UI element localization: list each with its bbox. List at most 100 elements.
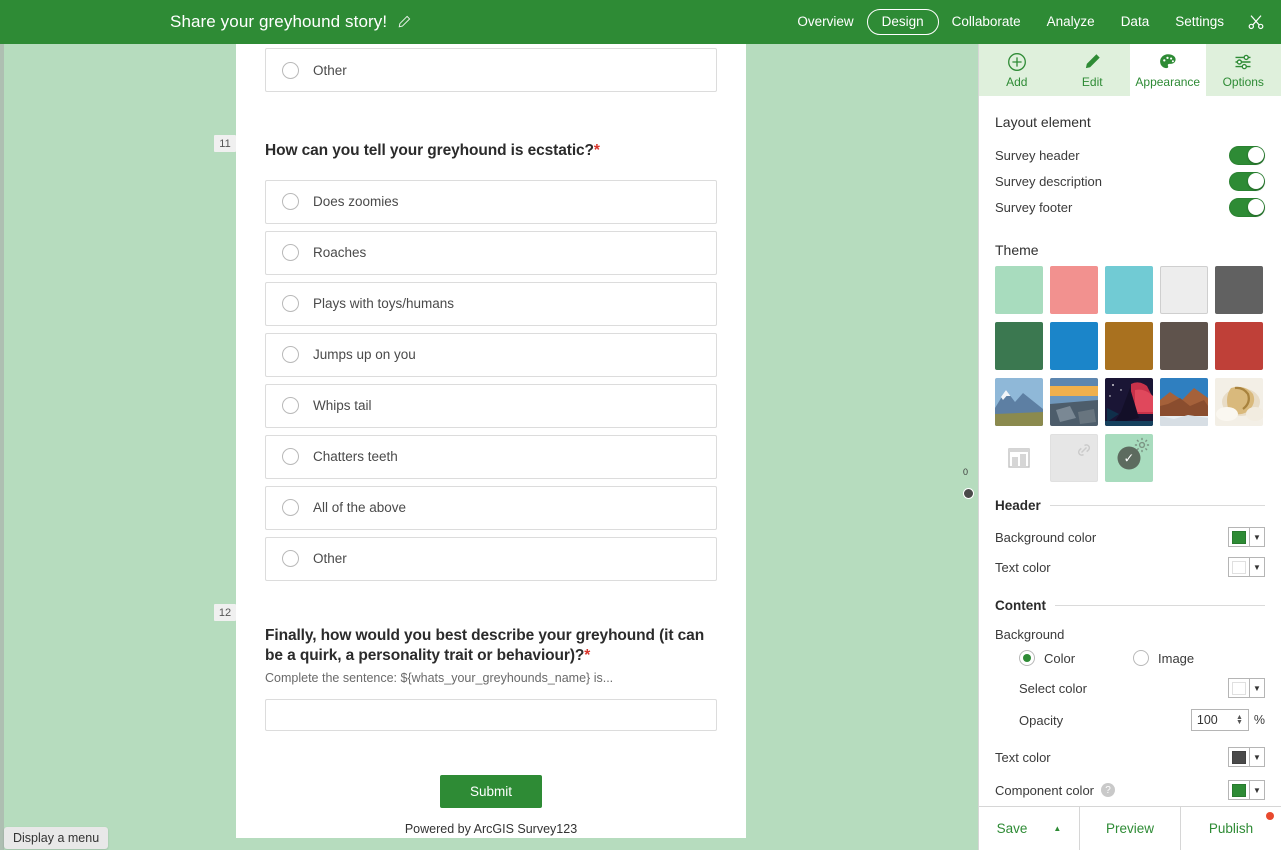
submit-button[interactable]: Submit [439,775,543,809]
theme-swatch-dark-gray[interactable] [1215,266,1263,314]
survey-title-group: Share your greyhound story! [170,0,411,44]
chevron-down-icon[interactable]: ▼ [1250,678,1265,698]
survey-header-toggle[interactable] [1229,145,1265,165]
color-chip-box [1228,678,1250,698]
preview-button[interactable]: Preview [1079,807,1180,850]
publish-button[interactable]: Publish [1180,807,1281,850]
stepper-arrows-icon[interactable]: ▲ ▼ [1236,714,1243,726]
display-menu-tooltip: Display a menu [4,827,109,849]
survey-description-toggle[interactable] [1229,171,1265,191]
header-section-heading: Header [995,498,1265,513]
survey-header-label: Survey header [995,147,1080,163]
theme-swatch-custom-link[interactable] [1050,434,1098,482]
theme-swatch-brick-red[interactable] [1215,322,1263,370]
scissors-icon[interactable] [1239,5,1273,39]
radio-icon [1133,650,1149,666]
header-text-color-picker[interactable]: ▼ [1228,557,1265,577]
choice-option[interactable]: Does zoomies [265,179,717,224]
theme-swatch-aurora-photo[interactable] [1105,378,1153,426]
pencil-icon [1082,52,1102,72]
color-chip-fill [1232,560,1246,574]
row-header-text-color: Text color ▼ [995,552,1265,582]
edit-title-pencil-icon[interactable] [397,15,411,29]
free-text-input[interactable] [265,699,717,732]
header-background-color-picker[interactable]: ▼ [1228,527,1265,547]
radio-icon [282,499,299,517]
choice-option[interactable]: Other [265,48,717,92]
theme-swatch-current-selected[interactable]: ✓ [1105,434,1153,482]
content-text-color-picker[interactable]: ▼ [1228,747,1265,767]
preview-scrollbar[interactable] [0,44,4,850]
nav-item-design[interactable]: Design [866,9,939,35]
nav-item-analyze[interactable]: Analyze [1034,10,1108,34]
radio-option-image[interactable]: Image [1133,650,1247,666]
row-content-text-color: Text color ▼ [995,740,1265,774]
theme-swatch-shoreline-photo[interactable] [1050,378,1098,426]
choice-label: Plays with toys/humans [313,296,455,312]
opacity-value: 100 [1196,713,1218,727]
slider-handle[interactable] [963,488,974,499]
tab-appearance[interactable]: Appearance [1130,44,1206,96]
survey-description-label: Survey description [995,173,1102,189]
theme-swatch-blue[interactable] [1050,322,1098,370]
theme-swatch-white[interactable] [1160,266,1208,314]
chevron-down-icon[interactable]: ▼ [1250,780,1265,800]
theme-swatch-mint[interactable] [995,266,1043,314]
nav-item-collaborate[interactable]: Collaborate [939,10,1034,34]
chevron-down-icon[interactable]: ▼ [1250,747,1265,767]
choice-label: Other [313,62,347,78]
content-section-title: Content [995,598,1046,613]
tab-add[interactable]: Add [979,44,1055,96]
setting-row-survey-description: Survey description [995,168,1265,194]
chevron-down-icon[interactable]: ▼ [1250,557,1265,577]
nav-item-settings[interactable]: Settings [1162,10,1237,34]
choice-option[interactable]: Chatters teeth [265,434,717,479]
theme-swatch-mountain-photo[interactable] [995,378,1043,426]
theme-swatch-canyon-photo[interactable] [1160,378,1208,426]
radio-icon [282,244,299,262]
choice-option[interactable]: Plays with toys/humans [265,281,717,326]
help-icon[interactable]: ? [1101,783,1115,797]
caret-up-icon[interactable]: ▲ [1053,824,1061,833]
component-color-label-group: Component color ? [995,783,1115,798]
theme-swatch-forest-green[interactable] [995,322,1043,370]
color-chip-box [1228,527,1250,547]
nav-item-overview[interactable]: Overview [784,10,866,34]
choice-option[interactable]: Whips tail [265,383,717,428]
save-button[interactable]: Save ▲ [979,807,1079,850]
setting-row-survey-header: Survey header [995,142,1265,168]
selected-check-icon: ✓ [1117,446,1141,470]
powered-by-footer: Powered by ArcGIS Survey123 [404,822,578,836]
slider-value-label: 0 [963,467,969,477]
survey-footer-toggle[interactable] [1229,197,1265,217]
nav-item-data[interactable]: Data [1108,10,1163,34]
component-color-picker[interactable]: ▼ [1228,780,1265,800]
opacity-stepper[interactable]: 100 ▲ ▼ [1190,709,1249,731]
choice-option[interactable]: Jumps up on you [265,332,717,377]
tab-edit[interactable]: Edit [1055,44,1131,96]
select-color-picker[interactable]: ▼ [1228,678,1265,698]
chevron-down-icon[interactable]: ▼ [1250,527,1265,547]
choice-option[interactable]: Roaches [265,230,717,275]
choice-label: Chatters teeth [313,449,398,465]
theme-swatch-taupe[interactable] [1160,322,1208,370]
choice-option[interactable]: All of the above [265,485,717,530]
tab-add-label: Add [1006,74,1028,89]
tab-options[interactable]: Options [1206,44,1281,96]
toggle-knob [1247,147,1264,163]
theme-swatch-aqua[interactable] [1105,266,1153,314]
theme-swatch-ochre[interactable] [1105,322,1153,370]
header-background-color-label: Background color [995,529,1097,545]
select-color-label: Select color [1019,680,1087,696]
radio-icon [282,550,299,568]
theme-swatch-shell-photo[interactable] [1215,378,1263,426]
theme-swatch-custom-image[interactable] [995,434,1043,482]
theme-swatch-salmon[interactable] [1050,266,1098,314]
publish-status-badge [1266,812,1274,820]
choice-option[interactable]: Other [265,536,717,581]
row-select-color: Select color ▼ [995,672,1265,704]
radio-option-color[interactable]: Color [1019,650,1133,666]
radio-icon-selected [1019,650,1035,666]
row-header-background-color: Background color ▼ [995,522,1265,552]
content-background-radio-group: Color Image [995,650,1265,666]
